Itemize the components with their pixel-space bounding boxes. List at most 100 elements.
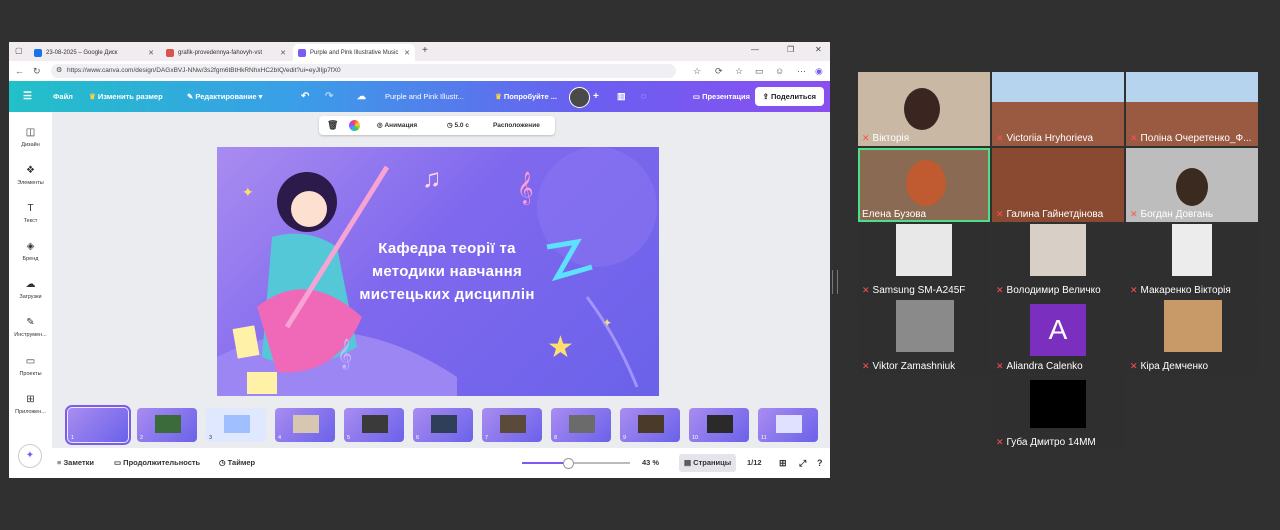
back-icon[interactable]: ←: [15, 66, 24, 76]
slide-thumbnail[interactable]: 6: [413, 408, 473, 442]
timer-icon: ◷: [219, 458, 228, 467]
collections-icon[interactable]: ☆: [735, 66, 743, 76]
duration-toggle-button[interactable]: ▭ Продолжительность: [114, 448, 200, 478]
nav-text[interactable]: T Текст: [9, 203, 52, 224]
slide-thumbnail[interactable]: 3: [206, 408, 266, 442]
thumbnail-image: [500, 415, 526, 433]
close-icon[interactable]: ✕: [280, 49, 286, 57]
nav-projects[interactable]: ▭ Проекты: [9, 356, 52, 377]
redo-icon[interactable]: ↷: [325, 81, 333, 112]
help-icon[interactable]: ?: [817, 448, 823, 478]
nav-uploads[interactable]: ☁ Загрузки: [9, 279, 52, 300]
present-button[interactable]: ▭ Презентация: [693, 81, 750, 112]
reload-icon[interactable]: ↻: [33, 66, 41, 76]
trash-icon[interactable]: 🗑: [327, 116, 338, 135]
slide-thumbnail[interactable]: 5: [344, 408, 404, 442]
file-menu[interactable]: Файл: [53, 81, 73, 112]
notes-label: Заметки: [63, 458, 94, 467]
close-window-icon[interactable]: ✕: [815, 45, 822, 54]
nav-label: Бренд: [22, 256, 39, 262]
participant-tile[interactable]: ✕ Губа Дмитро 14ММ: [992, 376, 1124, 450]
timer-button[interactable]: ◷ Таймер: [219, 448, 255, 478]
hamburger-menu-icon[interactable]: ☰: [23, 81, 32, 112]
tab-actions-icon[interactable]: ▢: [15, 46, 23, 55]
tab-canva[interactable]: Purple and Pink Illustrative Music ✕: [293, 44, 415, 61]
participant-tile[interactable]: ✕ Вікторія: [858, 72, 990, 146]
participant-tile[interactable]: ✕ Богдан Довгань: [1126, 148, 1258, 222]
participant-tile[interactable]: ✕ Володимир Величко: [992, 224, 1124, 298]
slide-thumbnail[interactable]: 10: [689, 408, 749, 442]
position-button[interactable]: Расположение: [493, 116, 540, 135]
try-pro-button[interactable]: ♛ Попробуйте ...: [495, 81, 557, 112]
participant-name: ✕ Богдан Довгань: [1130, 209, 1213, 220]
participant-tile[interactable]: ✕ Viktor Zamashniuk: [858, 300, 990, 374]
mic-muted-icon: ✕: [1130, 285, 1138, 295]
duration-button[interactable]: ◷ 5.0 с: [447, 116, 469, 135]
participant-tile[interactable]: ✕ Кіра Демченко: [1126, 300, 1258, 374]
share-button[interactable]: ⇪ Поделиться: [754, 87, 824, 106]
slide-thumbnail[interactable]: 11: [758, 408, 818, 442]
editing-mode-button[interactable]: ✎ Редактирование ▾: [187, 81, 262, 112]
profile-icon[interactable]: ☺: [775, 66, 784, 76]
close-icon[interactable]: ✕: [148, 49, 154, 57]
add-collaborator-icon[interactable]: +: [593, 81, 599, 112]
slide-thumbnail[interactable]: 7: [482, 408, 542, 442]
avatar[interactable]: [569, 87, 590, 108]
slide-thumbnail[interactable]: 2: [137, 408, 197, 442]
slide-canvas[interactable]: ♫ 𝄞 𝄞 ★ ✦ ✦ Кафедра теорії та методики н…: [217, 147, 659, 396]
animation-button[interactable]: ◎ Анимация: [377, 116, 417, 135]
participant-name: ✕ Aliandra Calenko: [996, 361, 1083, 372]
undo-icon[interactable]: ↶: [301, 81, 309, 112]
extensions-icon[interactable]: ⟳: [715, 66, 723, 76]
participant-name-text: Вікторія: [872, 133, 910, 144]
insights-chart-icon[interactable]: ▥: [617, 81, 626, 112]
participant-tile[interactable]: ✕ Victoriia Hryhorieva: [992, 72, 1124, 146]
participant-tile[interactable]: A ✕ Aliandra Calenko: [992, 300, 1124, 374]
nav-elements[interactable]: ❖ Элементы: [9, 165, 52, 186]
resize-button[interactable]: ♛ Изменить размер: [89, 81, 163, 112]
slide-title[interactable]: Кафедра теорії та методики навчання мист…: [357, 237, 537, 306]
music-note-icon: ♫: [422, 163, 442, 193]
split-screen-icon[interactable]: ▭: [755, 66, 764, 76]
zoom-slider-thumb[interactable]: [563, 458, 575, 469]
close-icon[interactable]: ✕: [404, 49, 410, 57]
slide-thumbnail[interactable]: 8: [551, 408, 611, 442]
color-picker-icon[interactable]: [349, 120, 360, 131]
mic-muted-icon: ✕: [862, 285, 870, 295]
tab-grafik[interactable]: grafik-provedennya-fahovyh-vst ✕: [161, 44, 291, 61]
cloud-sync-icon[interactable]: ☁: [357, 81, 366, 112]
participant-tile[interactable]: ✕ Samsung SM-A245F: [858, 224, 990, 298]
minimize-icon[interactable]: —: [751, 45, 759, 54]
favorite-star-icon[interactable]: ☆: [693, 66, 701, 76]
magic-assistant-icon[interactable]: ✦: [18, 444, 42, 468]
tab-google-drive[interactable]: 23-08-2025 – Google Диск ✕: [29, 44, 159, 61]
participant-name-text: Поліна Очеретенко_Ф...: [1140, 133, 1252, 144]
participant-tile[interactable]: ✕ Галина Гайнетдінова: [992, 148, 1124, 222]
nav-design[interactable]: ◫ Дизайн: [9, 127, 52, 148]
nav-apps[interactable]: ⊞ Приложен...: [9, 394, 52, 415]
slide-thumbnail[interactable]: 9: [620, 408, 680, 442]
slide-thumbnail[interactable]: 1: [65, 405, 131, 445]
site-info-icon[interactable]: ⚙: [56, 64, 62, 78]
maximize-icon[interactable]: ❐: [787, 45, 794, 54]
panel-resize-handle[interactable]: [832, 270, 838, 294]
comment-icon[interactable]: ◌: [641, 81, 646, 112]
new-tab-button[interactable]: +: [422, 45, 428, 56]
zoom-value[interactable]: 43 %: [642, 448, 659, 478]
document-title[interactable]: Purple and Pink Illustr...: [385, 81, 464, 112]
url-field[interactable]: ⚙ https://www.canva.com/design/DAGxBVJ-N…: [51, 64, 676, 78]
fullscreen-icon[interactable]: ⤢: [799, 448, 806, 478]
nav-brand[interactable]: ◈ Бренд: [9, 241, 52, 262]
participant-tile[interactable]: ✕ Макаренко Вікторія: [1126, 224, 1258, 298]
notes-button[interactable]: ≡ Заметки: [57, 448, 94, 478]
elements-icon: ❖: [26, 165, 35, 176]
nav-tools[interactable]: ✎ Инструмен...: [9, 317, 52, 338]
copilot-icon[interactable]: ◉: [815, 66, 823, 76]
more-icon[interactable]: ⋯: [797, 66, 806, 76]
zoom-slider[interactable]: [522, 458, 630, 469]
participant-tile[interactable]: ✕ Поліна Очеретенко_Ф...: [1126, 72, 1258, 146]
grid-view-icon[interactable]: ⊞: [779, 448, 787, 478]
slide-thumbnail[interactable]: 4: [275, 408, 335, 442]
participant-tile-active-speaker[interactable]: Елена Бузова: [858, 148, 990, 222]
pages-button[interactable]: ▤ Страницы: [679, 454, 737, 472]
